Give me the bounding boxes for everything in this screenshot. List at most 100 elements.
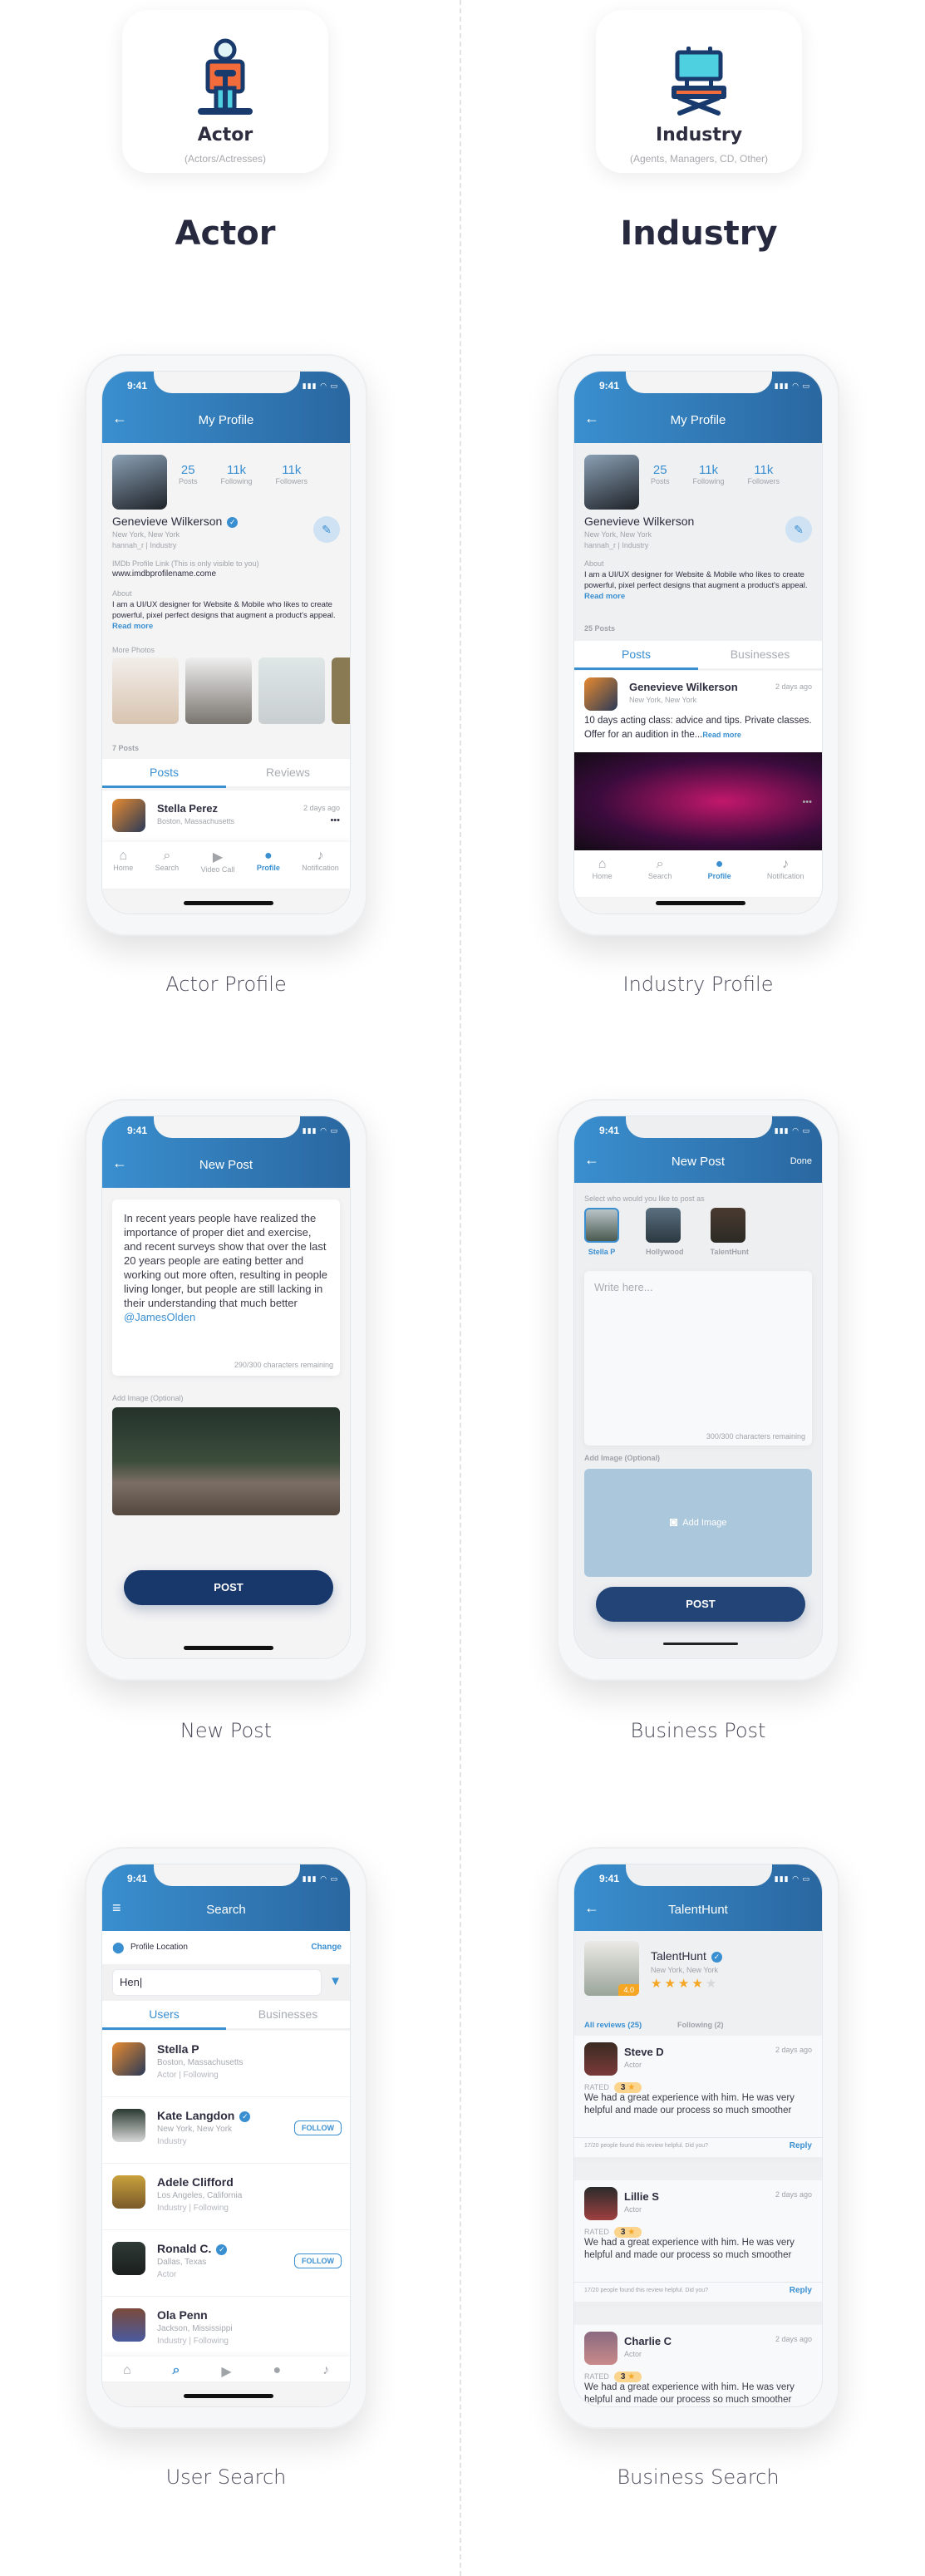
tab-users[interactable]: Users [102, 2001, 226, 2030]
user-row[interactable]: Adele Clifford Los Angeles, California I… [102, 2164, 350, 2230]
nav-home[interactable]: ⌂ [123, 2357, 131, 2381]
filter-icon[interactable]: ▼ [329, 1974, 342, 1988]
photo-thumbnail[interactable] [112, 658, 179, 724]
nav-search[interactable]: ⌕ [172, 2357, 180, 2381]
photo-strip [112, 658, 350, 724]
tab-all-reviews[interactable]: All reviews (25) [584, 2021, 642, 2030]
nav-search[interactable]: ⌕ Search [648, 850, 672, 897]
imdb-link[interactable]: www.imdbprofilename.come [112, 569, 216, 579]
role-title: Industry [655, 125, 743, 145]
business-avatar[interactable]: 4.0 [584, 1941, 639, 1996]
user-row[interactable]: Stella P Boston, Massachusetts Actor | F… [102, 2031, 350, 2097]
about-text: I am a UI/UX designer for Website & Mobi… [584, 570, 808, 601]
nav-notification[interactable]: ♪ [322, 2357, 329, 2381]
helpful-text[interactable]: 17/20 people found this review helpful. … [584, 2288, 708, 2293]
status-time: 9:41 [127, 380, 148, 392]
posts-count: 25 Posts [584, 624, 616, 633]
nav-home[interactable]: ⌂ Home [113, 842, 133, 889]
add-image-dropzone[interactable]: ◙ Add Image [584, 1469, 812, 1577]
edit-pencil-icon[interactable]: ✎ [785, 516, 812, 543]
status-icons: ▮▮▮ ◠ ▭ [774, 382, 810, 390]
star-filled-icon: ★ [677, 1977, 692, 1991]
done-button[interactable]: Done [790, 1156, 812, 1166]
mention-link[interactable]: @JamesOlden [124, 1311, 195, 1323]
stat-posts[interactable]: 25 Posts [179, 463, 198, 485]
account-option-talenthunt[interactable]: TalentHunt [710, 1208, 749, 1256]
change-location-button[interactable]: Change [311, 1943, 342, 1952]
nav-home[interactable]: ⌂ Home [593, 850, 613, 897]
nav-video-call[interactable]: ▶ [221, 2357, 231, 2381]
bell-icon: ♪ [322, 2363, 330, 2377]
role-title: Actor [197, 125, 253, 145]
post-button[interactable]: POST [596, 1587, 805, 1622]
tab-posts[interactable]: Posts [574, 641, 698, 670]
director-chair-icon [672, 47, 726, 116]
user-avatar [112, 2308, 145, 2342]
user-row[interactable]: Ola Penn Jackson, Mississippi Industry |… [102, 2297, 350, 2363]
stat-following[interactable]: 11k Following [693, 463, 725, 485]
verified-icon: ✓ [239, 2111, 251, 2122]
photo-thumbnail[interactable] [332, 658, 350, 724]
read-more-link[interactable]: Read more [584, 592, 625, 601]
stat-posts[interactable]: 25 Posts [651, 463, 670, 485]
post-button[interactable]: POST [124, 1570, 333, 1605]
tab-businesses[interactable]: Businesses [698, 641, 822, 670]
more-options-icon[interactable]: ••• [802, 797, 812, 807]
nav-profile[interactable]: ● Profile [708, 850, 731, 897]
stat-followers[interactable]: 11k Followers [748, 463, 780, 485]
read-more-link[interactable]: Read more [702, 731, 741, 739]
post-textarea[interactable]: Write here... 300/300 characters remaini… [584, 1271, 812, 1446]
post-item[interactable]: Stella Perez Boston, Massachusetts 2 day… [102, 791, 350, 842]
nav-video-call[interactable]: ▶ Video Call [201, 842, 235, 889]
stat-followers[interactable]: 11k Followers [276, 463, 308, 485]
nav-notification[interactable]: ♪ Notification [767, 850, 804, 897]
follow-button[interactable]: FOLLOW [294, 2120, 342, 2135]
more-options-icon[interactable]: ••• [330, 815, 340, 825]
review-item: Lillie S Actor 2 days ago RATED 3 ★ We ha… [574, 2180, 822, 2307]
nav-profile[interactable]: ● Profile [257, 842, 280, 889]
phone-business-search: 9:41 ▮▮▮ ◠ ▭ ← TalentHunt 4.0 TalentHunt… [557, 1847, 839, 2429]
account-option-stella[interactable]: Stella P [584, 1208, 619, 1256]
reply-button[interactable]: Reply [790, 2286, 812, 2295]
tab-businesses[interactable]: Businesses [226, 2001, 350, 2030]
post-image[interactable]: ••• [574, 752, 822, 850]
character-counter: 290/300 characters remaining [234, 1361, 333, 1369]
edit-pencil-icon[interactable]: ✎ [313, 516, 340, 543]
profile-location: New York, New York [112, 530, 180, 539]
profile-avatar[interactable] [584, 455, 639, 510]
photo-thumbnail[interactable] [185, 658, 252, 724]
about-label: About [584, 559, 604, 568]
tab-posts[interactable]: Posts [102, 759, 226, 788]
profile-tabs: Posts Reviews [102, 759, 350, 788]
follow-button[interactable]: FOLLOW [294, 2253, 342, 2268]
user-row[interactable]: Kate Langdon ✓ New York, New York Industr… [102, 2097, 350, 2164]
search-input[interactable]: Hen| [112, 1969, 322, 1996]
profile-handle: hannah_r | Industry [584, 541, 649, 549]
tab-reviews[interactable]: Reviews [226, 759, 350, 788]
select-account-label: Select who would you like to post as [584, 1194, 705, 1203]
photo-thumbnail[interactable] [258, 658, 325, 724]
helpful-text[interactable]: 17/20 people found this review helpful. … [584, 2143, 708, 2149]
textarea-placeholder: Write here... [594, 1281, 653, 1293]
profile-avatar[interactable] [112, 455, 167, 510]
nav-profile[interactable]: ● [273, 2357, 282, 2381]
account-option-hollywood[interactable]: Hollywood [646, 1208, 684, 1256]
read-more-link[interactable]: Read more [112, 622, 153, 631]
phone-new-post: 9:41 ▮▮▮ ◠ ▭ ← New Post In recent years … [85, 1099, 367, 1681]
user-row[interactable]: Ronald C. ✓ Dallas, Texas Actor FOLLOW [102, 2230, 350, 2297]
post-textarea[interactable]: In recent years people have realized the… [112, 1199, 340, 1376]
reply-button[interactable]: Reply [790, 2141, 812, 2150]
header-title: New Post [199, 1158, 253, 1172]
role-card-actor[interactable]: Actor (Actors/Actresses) [122, 10, 328, 173]
role-card-industry[interactable]: Industry (Agents, Managers, CD, Other) [596, 10, 802, 173]
post-item[interactable]: Genevieve Wilkerson New York, New York 2… [574, 671, 822, 754]
attached-image[interactable] [112, 1407, 340, 1515]
column-divider [460, 0, 461, 2576]
app-header: 9:41 ▮▮▮ ◠ ▭ ≡ Search [102, 1864, 350, 1931]
nav-search[interactable]: ⌕ Search [155, 842, 180, 889]
video-camera-icon: ▶ [221, 2365, 232, 2379]
nav-notification[interactable]: ♪ Notification [302, 842, 339, 889]
status-time: 9:41 [127, 1125, 148, 1136]
stat-following[interactable]: 11k Following [221, 463, 253, 485]
tab-following[interactable]: Following (2) [677, 2021, 724, 2029]
